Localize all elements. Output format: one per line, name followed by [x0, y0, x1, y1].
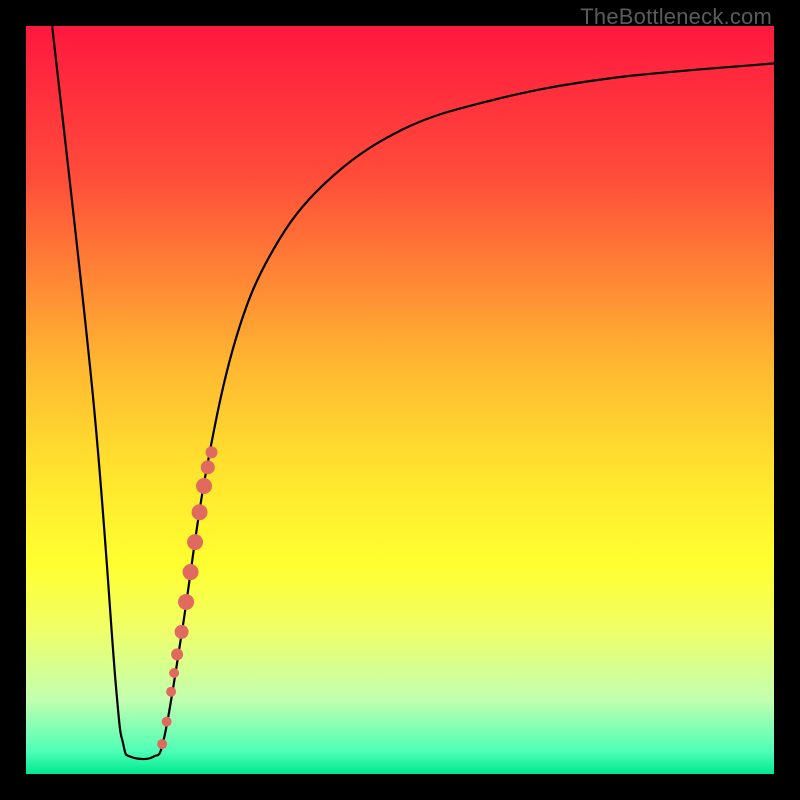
- data-point: [178, 594, 194, 610]
- watermark-text: TheBottleneck.com: [580, 4, 772, 30]
- data-point: [169, 668, 179, 678]
- data-point: [201, 460, 215, 474]
- data-point: [175, 625, 189, 639]
- data-point: [157, 739, 167, 749]
- data-point: [196, 478, 212, 494]
- data-point: [162, 717, 172, 727]
- data-point: [166, 687, 176, 697]
- chart-background: [26, 26, 774, 774]
- data-point: [187, 534, 203, 550]
- data-point: [192, 504, 208, 520]
- data-point: [206, 446, 218, 458]
- data-point: [183, 564, 199, 580]
- chart-plot: [26, 26, 774, 774]
- data-point: [171, 648, 183, 660]
- chart-container: TheBottleneck.com: [0, 0, 800, 800]
